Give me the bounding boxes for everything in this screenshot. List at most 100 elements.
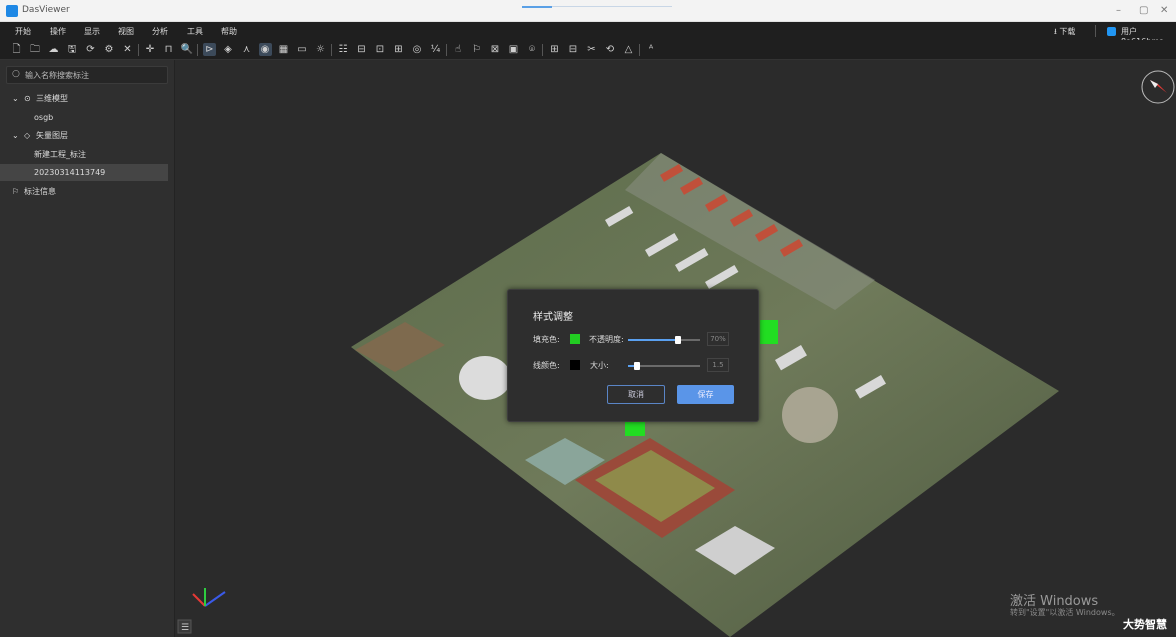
dialog-title: 样式调整 [533, 312, 573, 323]
screen-icon[interactable]: ▭ [296, 43, 309, 56]
measure-icon[interactable]: ⊓ [162, 43, 175, 56]
select-icon[interactable]: ⊳ [203, 43, 216, 56]
size-slider[interactable] [628, 362, 700, 370]
cut-icon[interactable]: ◎ [411, 43, 424, 56]
square-icon[interactable]: ▣ [507, 43, 520, 56]
tab-indicator [522, 6, 552, 8]
menu-bar: 开始 操作 显示 视图 分析 工具 帮助 ⭳ 下载 用户8a616hms [0, 22, 1176, 46]
menu-separator [1095, 25, 1096, 37]
opacity-value[interactable]: 70% [707, 332, 729, 346]
toolbar-separator [330, 44, 332, 56]
hand-icon[interactable]: ☝ [452, 43, 465, 56]
save-button[interactable]: 保存 [677, 385, 734, 404]
tree-item-label: 20230314113749 [34, 168, 106, 177]
line-color-swatch[interactable] [570, 360, 580, 370]
layers-icon: ◇ [24, 131, 31, 140]
mark-icon[interactable]: ⊠ [489, 43, 502, 56]
tree-item[interactable]: 新建工程_标注 [0, 146, 168, 163]
opacity-slider[interactable] [628, 336, 700, 344]
opacity-label: 不透明度: [589, 335, 624, 344]
dome-building [459, 356, 511, 400]
chart-icon[interactable]: ⊟ [567, 43, 580, 56]
menu-view[interactable]: 视图 [118, 26, 134, 37]
sphere-icon[interactable]: ◉ [258, 43, 272, 56]
panel-toggle-icon[interactable]: ☰ [177, 619, 192, 634]
search-icon: ○ [12, 69, 20, 79]
download-button[interactable]: ⭳ 下载 [1054, 26, 1075, 40]
svg-text:☰: ☰ [181, 623, 189, 633]
tree-item-label: 标注信息 [24, 186, 56, 196]
axis-gizmo-icon [192, 588, 226, 607]
tree-item[interactable]: 20230314113749 [0, 164, 168, 181]
layer-icon[interactable]: ◈ [222, 43, 235, 56]
cloud-icon[interactable]: ☁ [47, 43, 60, 56]
tree-item-label: 新建工程_标注 [34, 149, 86, 159]
toolbar-separator [197, 44, 198, 56]
tree-item[interactable]: ⌄ ⊙ 三维模型 [0, 90, 168, 107]
pan-icon[interactable]: ✛ [144, 43, 157, 56]
grid-icon[interactable]: ▦ [277, 43, 290, 56]
settings-icon[interactable]: ⚙ [103, 43, 116, 56]
close-icon[interactable]: ✕ [121, 43, 134, 56]
maximize-button[interactable]: ▢ [1139, 5, 1148, 16]
title-bar: DasViewer – ▢ ✕ [0, 0, 1176, 22]
cube-icon: ⊙ [24, 94, 31, 103]
menu-tools[interactable]: 工具 [187, 26, 203, 37]
search-box: ○ [6, 66, 168, 84]
style-adjust-dialog: 样式调整 填充色: 不透明度: 70% 线颜色: 大小: 1.5 取消 保存 [507, 289, 759, 422]
size-value[interactable]: 1.5 [707, 358, 729, 372]
size-slider-thumb[interactable] [633, 362, 640, 370]
tree-item-label: 矢量图层 [36, 131, 68, 140]
toolbar-separator [445, 44, 447, 56]
activate-windows-hint: 转到"设置"以激活 Windows。 [1010, 608, 1120, 617]
close-window-button[interactable]: ✕ [1160, 5, 1168, 16]
fill-color-swatch[interactable] [570, 334, 580, 344]
toolbar-separator [638, 44, 640, 56]
rotate-icon[interactable]: ⟲ [604, 43, 617, 56]
scissors-icon[interactable]: ✂ [585, 43, 598, 56]
new-file-icon[interactable]: 🗋 [10, 43, 23, 56]
brand-logo: 大势智慧 [1123, 618, 1167, 631]
table-icon[interactable]: ⊞ [548, 43, 561, 56]
menu-operate[interactable]: 操作 [50, 26, 66, 37]
vertex-icon[interactable]: ⋏ [240, 43, 253, 56]
minimize-button[interactable]: – [1116, 5, 1121, 16]
toolbar: 🗋 🗀 ☁ 🖫 ⟳ ⚙ ✕ ✛ ⊓ 🔍 ⊳ ◈ ⋏ ◉ ▦ ▭ ☼ ☷ ⊟ ⊡ ⊞ ◎ ¼ ☝ ⚐ ⊠ ▣ ⌾ ⊞ ⊟ ✂ ⟲ △ ᴬ [0, 40, 1176, 60]
sun-icon[interactable]: ☼ [314, 43, 327, 56]
flag-icon[interactable]: ⚐ [470, 43, 483, 56]
sidebar: ○ ⌄ ⊙ 三维模型 osgb ⌄ ◇ 矢量图层新建工程_标注 20230314113749 ⚐… [0, 60, 175, 637]
refresh-icon[interactable]: ⟳ [84, 43, 97, 56]
cancel-button[interactable]: 取消 [607, 385, 665, 404]
tree-item[interactable]: ⌄ ◇ 矢量图层 [0, 127, 168, 144]
menu-display[interactable]: 显示 [84, 26, 100, 37]
frame-icon[interactable]: ⊟ [355, 43, 368, 56]
search-input[interactable] [25, 69, 165, 81]
app-title: DasViewer [22, 5, 70, 15]
focus-icon[interactable]: ⊡ [374, 43, 387, 56]
open-folder-icon[interactable]: 🗀 [29, 43, 42, 56]
pin-icon[interactable]: ⌾ [526, 43, 539, 56]
fill-color-label: 填充色: [533, 335, 560, 344]
triangle-icon[interactable]: △ [622, 43, 635, 56]
menu-analysis[interactable]: 分析 [152, 26, 168, 37]
adjust-icon[interactable]: ☷ [337, 43, 350, 56]
menu-help[interactable]: 帮助 [221, 26, 237, 37]
chevron-down-icon[interactable]: ⌄ [12, 90, 19, 107]
font-icon[interactable]: ᴬ [645, 43, 658, 56]
chevron-down-icon[interactable]: ⌄ [12, 127, 19, 144]
tree-item[interactable]: osgb [0, 109, 168, 126]
tab-strip [552, 6, 672, 7]
user-avatar-icon [1107, 27, 1116, 36]
text-icon[interactable]: ¼ [429, 43, 442, 56]
highlighted-green-marker-2[interactable] [625, 422, 645, 436]
circular-plaza [782, 387, 838, 443]
tree-item[interactable]: ⚐ 标注信息 [0, 183, 168, 200]
zoom-icon[interactable]: 🔍 [181, 43, 194, 56]
crop-icon[interactable]: ⊞ [392, 43, 405, 56]
opacity-slider-thumb[interactable] [675, 336, 682, 344]
highlighted-green-marker[interactable] [760, 320, 778, 344]
save-icon[interactable]: 🖫 [66, 43, 79, 56]
compass-icon[interactable] [1141, 70, 1175, 104]
menu-start[interactable]: 开始 [15, 26, 31, 37]
line-color-label: 线颜色: [533, 361, 560, 370]
